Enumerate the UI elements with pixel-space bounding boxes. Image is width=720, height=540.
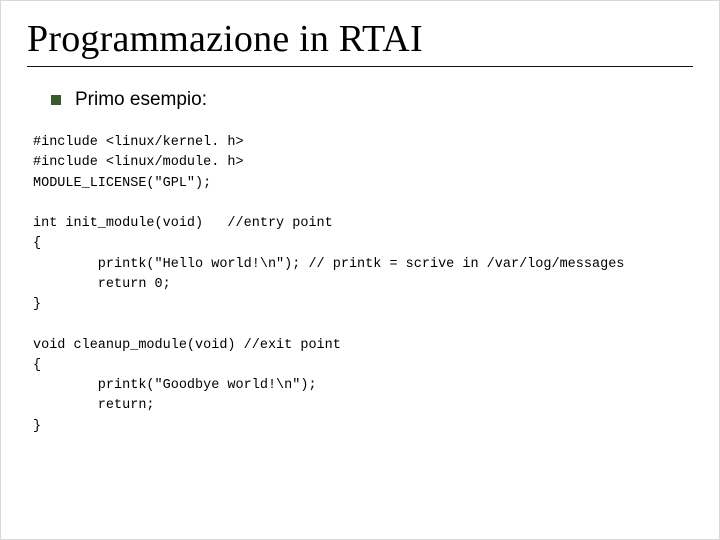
square-bullet-icon: [51, 95, 61, 105]
bullet-item: Primo esempio:: [51, 89, 693, 111]
code-block: #include <linux/kernel. h> #include <lin…: [33, 133, 693, 437]
slide: Programmazione in RTAI Primo esempio: #i…: [0, 0, 720, 540]
title-underline: [27, 66, 693, 67]
bullet-label: Primo esempio:: [75, 89, 207, 111]
slide-title: Programmazione in RTAI: [27, 19, 693, 60]
